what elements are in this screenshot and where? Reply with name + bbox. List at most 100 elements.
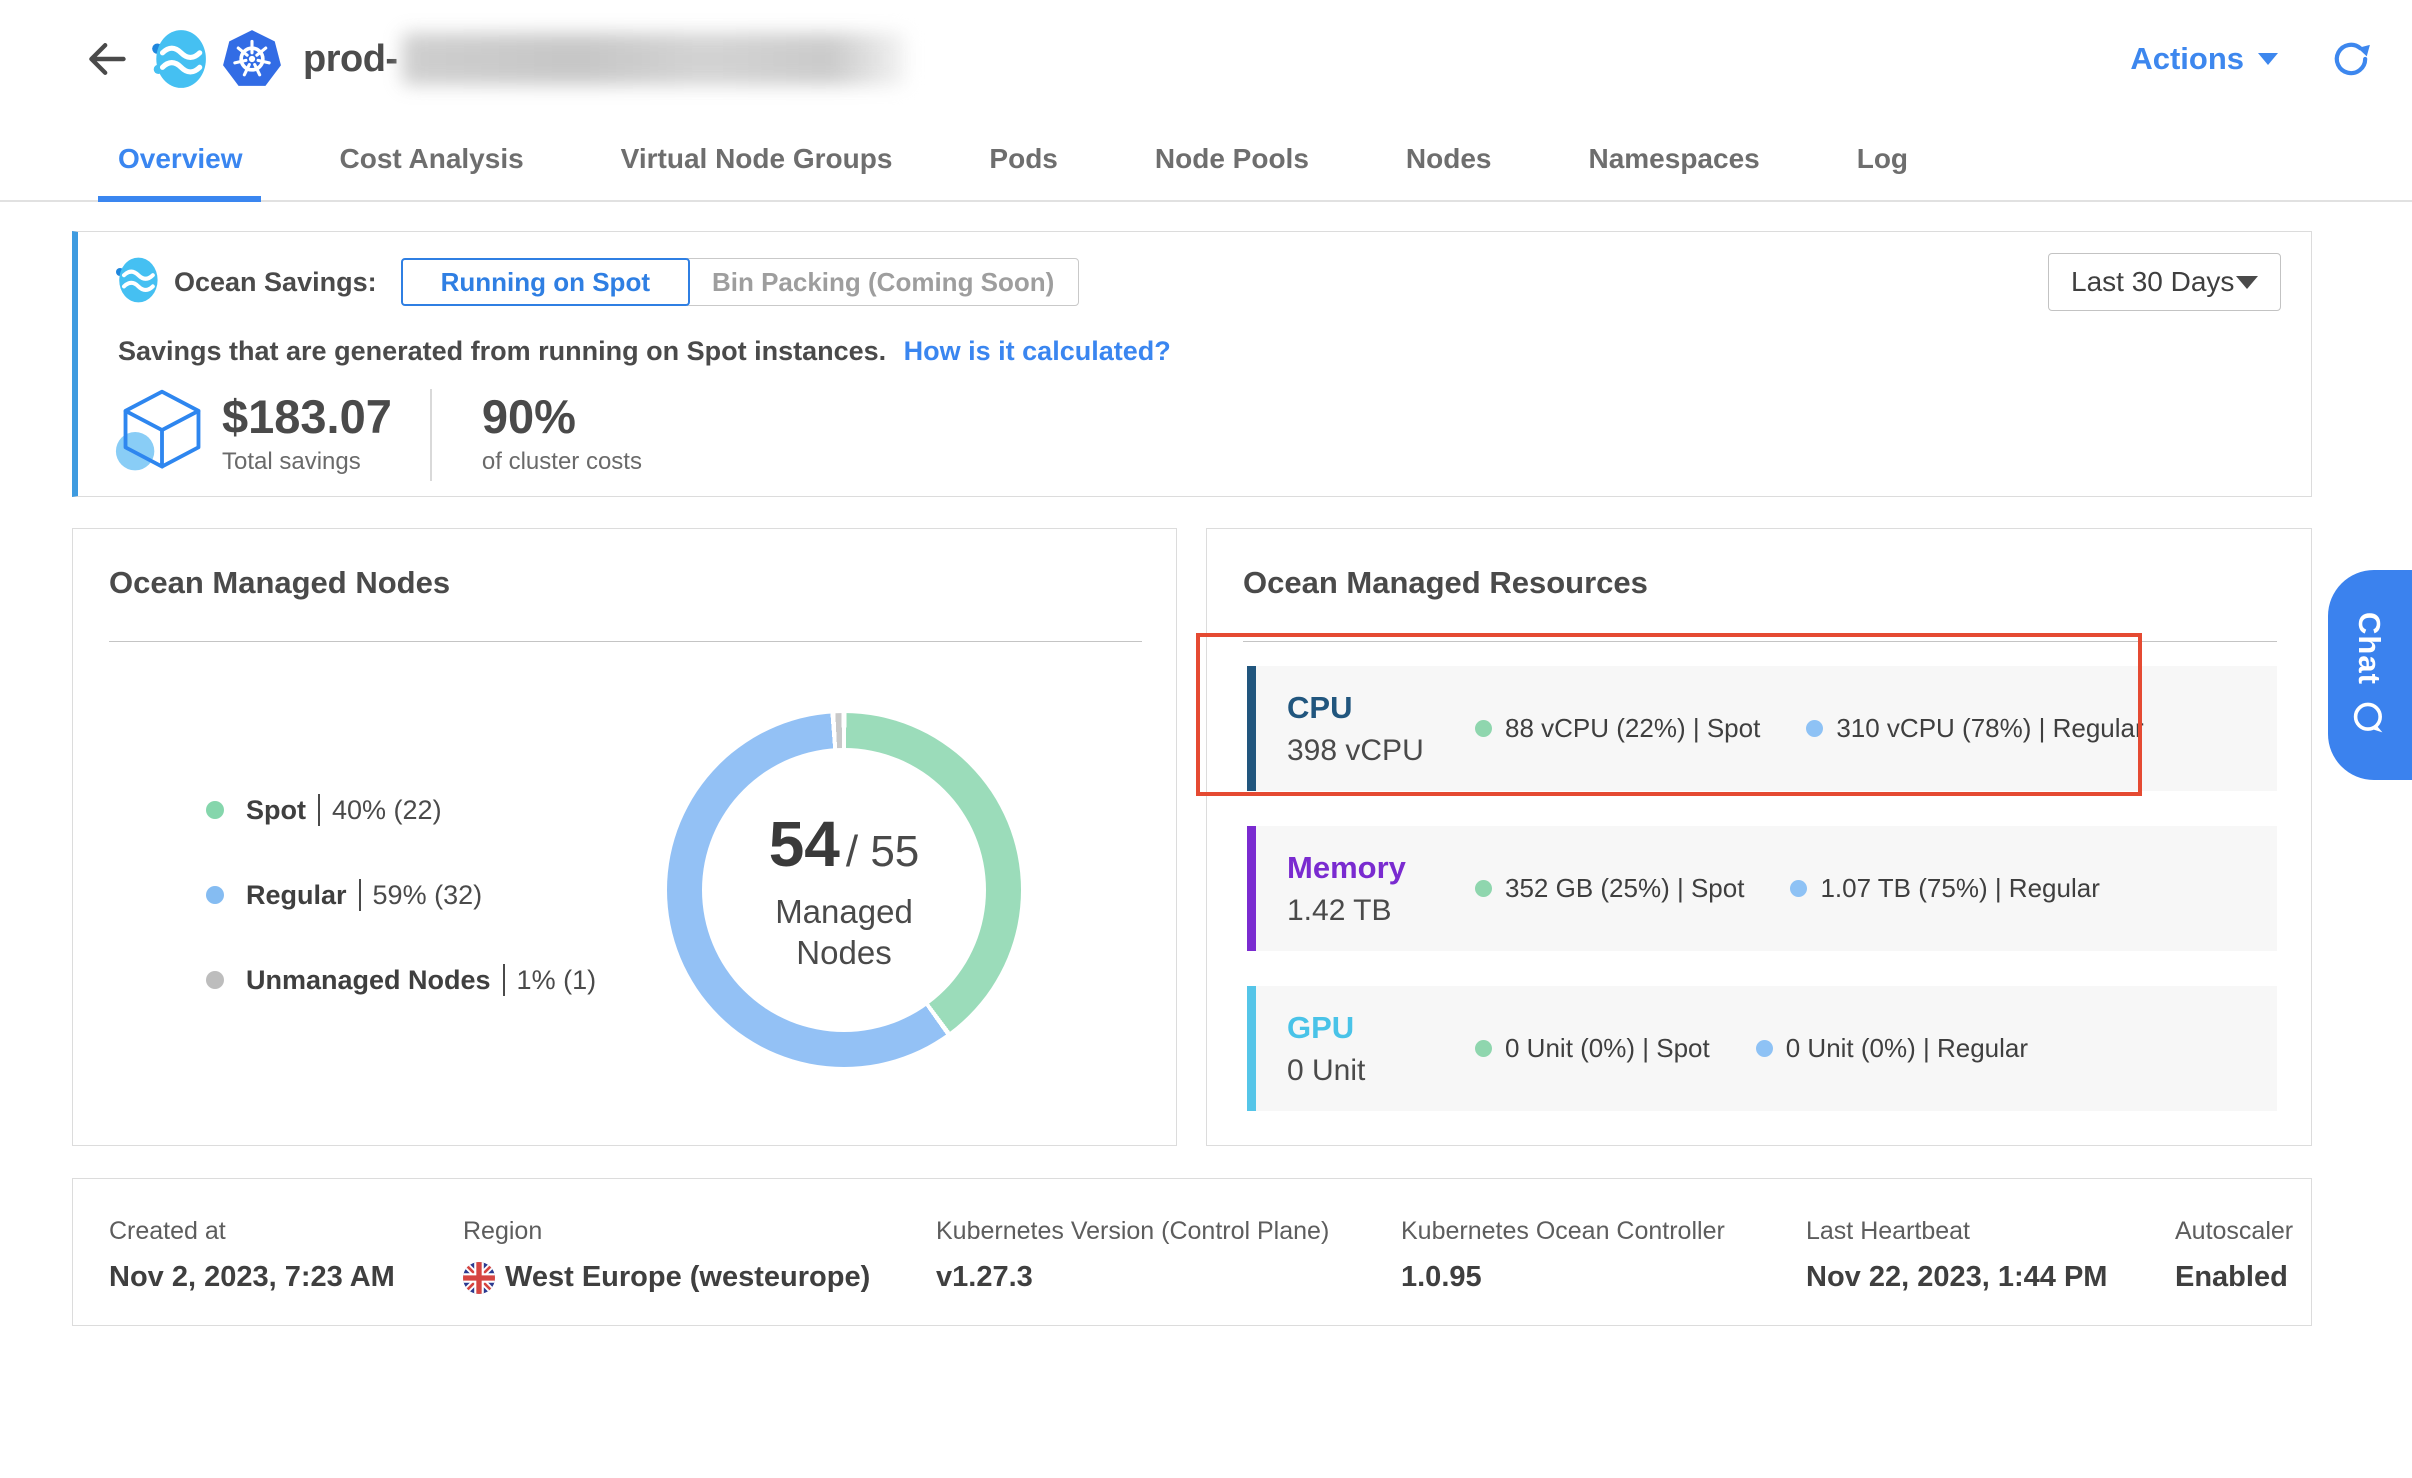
legend-value: 1% (1) (517, 965, 597, 996)
how-calculated-link[interactable]: How is it calculated? (904, 336, 1171, 366)
percent-of-costs-metric: 90% of cluster costs (482, 393, 642, 476)
uk-flag-icon (463, 1262, 495, 1294)
savings-description-row: Savings that are generated from running … (118, 336, 1171, 367)
legend-separator (359, 879, 361, 911)
top-bar: prod- Actions (0, 0, 2412, 118)
gpu-regular-stat: 0 Unit (0%) | Regular (1756, 1033, 2028, 1064)
divider (1243, 641, 2277, 642)
tab-virtual-node-groups[interactable]: Virtual Node Groups (621, 118, 893, 200)
managed-resources-title: Ocean Managed Resources (1243, 565, 1648, 601)
gpu-label: GPU (1287, 1010, 1475, 1046)
actions-button-label: Actions (2130, 41, 2244, 77)
total-savings-caption: Total savings (222, 448, 392, 476)
spot-dot-icon (206, 801, 224, 819)
cpu-label: CPU (1287, 690, 1475, 726)
chevron-down-icon (2258, 53, 2278, 65)
chat-bubble-icon (2350, 700, 2388, 738)
total-savings-value: $183.07 (222, 393, 392, 440)
memory-label: Memory (1287, 850, 1475, 886)
gpu-spot-stat: 0 Unit (0%) | Spot (1475, 1033, 1710, 1064)
resource-rows: CPU 398 vCPU 88 vCPU (22%) | Spot 310 vC… (1247, 666, 2277, 1146)
memory-total: 1.42 TB (1287, 894, 1475, 928)
cluster-title: prod- (303, 38, 398, 81)
savings-description: Savings that are generated from running … (118, 336, 886, 366)
refresh-icon (2330, 38, 2372, 80)
last-heartbeat-column: Last Heartbeat Nov 22, 2023, 1:44 PM (1806, 1217, 2107, 1294)
ocean-savings-label: Ocean Savings: (174, 267, 377, 298)
legend-item-regular: Regular 59% (32) (206, 876, 596, 914)
spot-dot-icon (1475, 720, 1492, 737)
kubernetes-icon (221, 28, 283, 90)
legend-item-unmanaged: Unmanaged Nodes 1% (1) (206, 961, 596, 999)
cpu-regular-stat: 310 vCPU (78%) | Regular (1806, 713, 2143, 744)
gpu-accent-bar (1247, 986, 1256, 1111)
legend-separator (318, 794, 320, 826)
memory-regular-stat: 1.07 TB (75%) | Regular (1790, 873, 2099, 904)
ocean-savings-panel: Ocean Savings: Running on Spot Bin Packi… (72, 231, 2312, 497)
ocean-product-icon (147, 28, 209, 90)
tab-nodes[interactable]: Nodes (1406, 118, 1492, 200)
tab-pods[interactable]: Pods (989, 118, 1057, 200)
tab-log[interactable]: Log (1857, 118, 1908, 200)
savings-metrics-row: $183.07 Total savings 90% of cluster cos… (114, 384, 642, 485)
spot-dot-icon (1475, 1040, 1492, 1057)
percent-of-costs-value: 90% (482, 393, 642, 440)
legend-name: Unmanaged Nodes (246, 965, 491, 996)
k8s-version-column: Kubernetes Version (Control Plane) v1.27… (936, 1217, 1329, 1294)
tab-cost-analysis[interactable]: Cost Analysis (340, 118, 524, 200)
cpu-spot-stat: 88 vCPU (22%) | Spot (1475, 713, 1760, 744)
ocean-managed-resources-panel: Ocean Managed Resources CPU 398 vCPU 88 … (1206, 528, 2312, 1146)
ocean-controller-column: Kubernetes Ocean Controller 1.0.95 (1401, 1217, 1725, 1294)
legend-value: 40% (22) (332, 795, 442, 826)
tab-node-pools[interactable]: Node Pools (1155, 118, 1309, 200)
legend-value: 59% (32) (373, 880, 483, 911)
divider (109, 641, 1142, 642)
chevron-down-icon (2236, 276, 2258, 289)
unmanaged-dot-icon (206, 971, 224, 989)
back-button[interactable] (85, 35, 133, 83)
page: prod- Actions Overview Cost Analysis Vir… (0, 0, 2412, 1478)
spot-dot-icon (1475, 880, 1492, 897)
top-bar-actions: Actions (2130, 38, 2372, 80)
managed-nodes-donut-chart: 54 / 55 Managed Nodes (667, 713, 1021, 1067)
resource-row-cpu: CPU 398 vCPU 88 vCPU (22%) | Spot 310 vC… (1247, 666, 2277, 791)
cpu-accent-bar (1247, 666, 1256, 791)
legend-name: Regular (246, 880, 347, 911)
running-on-spot-toggle[interactable]: Running on Spot (401, 258, 690, 306)
chat-button[interactable]: Chat (2328, 570, 2412, 780)
legend-item-spot: Spot 40% (22) (206, 791, 596, 829)
regular-dot-icon (1756, 1040, 1773, 1057)
nodes-legend: Spot 40% (22) Regular 59% (32) Unmanaged… (206, 791, 596, 1046)
actions-button[interactable]: Actions (2130, 41, 2278, 77)
tab-bar: Overview Cost Analysis Virtual Node Grou… (0, 118, 2412, 202)
back-arrow-icon (85, 37, 129, 81)
metric-divider (430, 389, 432, 481)
refresh-button[interactable] (2330, 38, 2372, 80)
memory-spot-stat: 352 GB (25%) | Spot (1475, 873, 1744, 904)
bin-packing-toggle[interactable]: Bin Packing (Coming Soon) (687, 258, 1079, 306)
period-dropdown-value: Last 30 Days (2071, 266, 2234, 298)
ocean-managed-nodes-panel: Ocean Managed Nodes Spot 40% (22) Regula… (72, 528, 1177, 1146)
savings-cube-icon (114, 384, 210, 485)
period-dropdown[interactable]: Last 30 Days (2048, 253, 2281, 311)
donut-center: 54 / 55 Managed Nodes (702, 748, 986, 1032)
autoscaler-column: Autoscaler Enabled (2175, 1217, 2293, 1294)
donut-caption: Managed Nodes (749, 891, 939, 974)
chat-button-label: Chat (2351, 612, 2387, 685)
resource-row-memory: Memory 1.42 TB 352 GB (25%) | Spot 1.07 … (1247, 826, 2277, 951)
regular-dot-icon (206, 886, 224, 904)
created-at-column: Created at Nov 2, 2023, 7:23 AM (109, 1217, 395, 1294)
legend-name: Spot (246, 795, 306, 826)
gpu-total: 0 Unit (1287, 1054, 1475, 1088)
percent-of-costs-caption: of cluster costs (482, 448, 642, 476)
managed-nodes-title: Ocean Managed Nodes (109, 565, 450, 601)
resource-row-gpu: GPU 0 Unit 0 Unit (0%) | Spot 0 Unit (0%… (1247, 986, 2277, 1111)
cpu-total: 398 vCPU (1287, 734, 1475, 768)
tab-namespaces[interactable]: Namespaces (1588, 118, 1759, 200)
ocean-savings-icon (112, 256, 160, 309)
tab-overview[interactable]: Overview (118, 118, 243, 200)
total-count: / 55 (846, 827, 919, 877)
savings-view-toggle: Running on Spot Bin Packing (Coming Soon… (401, 258, 1080, 306)
regular-dot-icon (1806, 720, 1823, 737)
memory-accent-bar (1247, 826, 1256, 951)
